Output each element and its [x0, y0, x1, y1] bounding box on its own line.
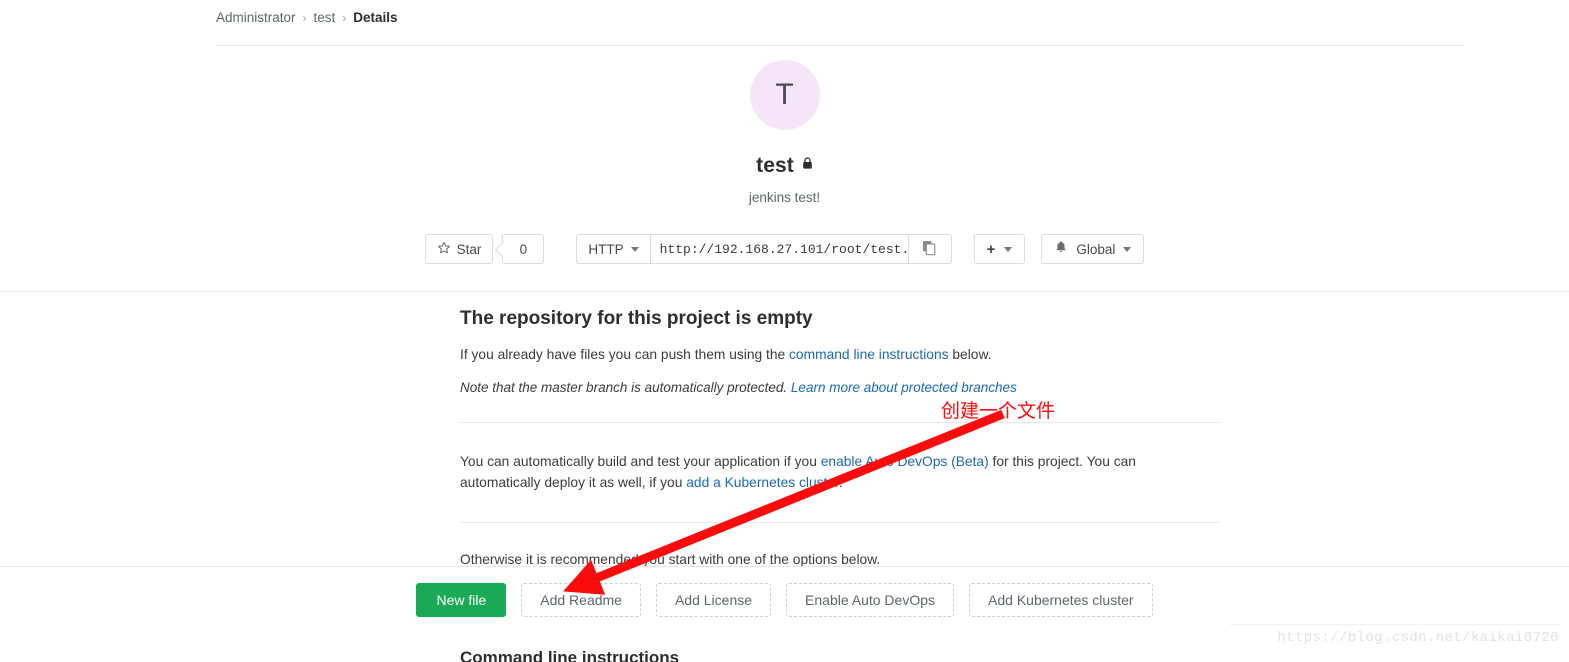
- page-title: test: [756, 154, 794, 177]
- notification-dropdown-button[interactable]: Global: [1041, 234, 1145, 264]
- enable-auto-devops-button[interactable]: Enable Auto DevOps: [786, 583, 955, 617]
- watermark-text: https://blog.csdn.net/kaikai0720: [1277, 630, 1559, 646]
- project-title-row: test: [756, 154, 813, 178]
- add-readme-button[interactable]: Add Readme: [521, 583, 641, 617]
- clone-protocol-label: HTTP: [588, 241, 624, 257]
- protected-branches-link[interactable]: Learn more about protected branches: [791, 380, 1017, 395]
- command-line-instructions-heading: Command line instructions: [460, 648, 680, 662]
- lock-icon: [802, 157, 813, 175]
- star-count-badge[interactable]: 0: [502, 234, 545, 264]
- add-kubernetes-cluster-button[interactable]: Add Kubernetes cluster: [969, 583, 1153, 617]
- enable-auto-devops-link[interactable]: enable Auto DevOps (Beta): [821, 454, 989, 469]
- push-text-before: If you already have files you can push t…: [460, 347, 790, 362]
- chevron-down-icon: [1123, 246, 1132, 252]
- protected-branch-text: Note that the master branch is automatic…: [460, 380, 791, 395]
- bell-icon: [1054, 240, 1068, 258]
- options-divider: [0, 566, 1569, 567]
- breadcrumb-item-details: Details: [353, 10, 398, 25]
- chevron-down-icon: [1004, 246, 1013, 252]
- auto-devops-paragraph: You can automatically build and test you…: [460, 451, 1160, 493]
- push-text-after: below.: [948, 347, 992, 362]
- empty-repo-title: The repository for this project is empty: [460, 308, 813, 329]
- star-icon: [437, 241, 451, 258]
- copy-icon: [922, 240, 937, 259]
- protected-branch-note: Note that the master branch is automatic…: [460, 377, 1220, 398]
- clone-protocol-dropdown[interactable]: HTTP: [576, 234, 650, 264]
- add-license-button[interactable]: Add License: [655, 583, 772, 617]
- watermark-divider: [1230, 624, 1560, 625]
- breadcrumb-item-test[interactable]: test: [314, 10, 336, 26]
- breadcrumb-separator: ›: [302, 11, 307, 25]
- breadcrumb-separator: ›: [342, 11, 347, 25]
- repository-option-buttons: New file Add Readme Add License Enable A…: [0, 583, 1569, 617]
- star-button[interactable]: Star: [424, 234, 494, 264]
- gitlab-project-details-page: Administrator › test › Details T test je…: [0, 0, 1569, 662]
- push-instructions-text: If you already have files you can push t…: [460, 344, 1220, 365]
- chevron-down-icon: [630, 246, 639, 252]
- project-header: T test jenkins test!: [0, 60, 1569, 205]
- notification-label: Global: [1076, 241, 1116, 257]
- plus-icon: +: [986, 240, 996, 258]
- clone-url-input[interactable]: http://192.168.27.101/root/test.: [649, 234, 908, 264]
- divider-above-devops: [460, 422, 1220, 423]
- copy-url-button[interactable]: [907, 234, 952, 264]
- add-kubernetes-cluster-link[interactable]: add a Kubernetes cluster: [686, 475, 839, 490]
- divider-above-otherwise: [460, 522, 1220, 523]
- breadcrumb-item-administrator[interactable]: Administrator: [216, 10, 296, 26]
- project-action-bar: Star 0 HTTP http://192.168.27.101/root/t…: [0, 234, 1569, 264]
- clone-url-group: HTTP http://192.168.27.101/root/test.: [576, 234, 952, 264]
- avatar: T: [749, 60, 820, 130]
- empty-repository-section: The repository for this project is empty…: [460, 308, 1220, 570]
- add-dropdown-button[interactable]: +: [973, 234, 1026, 264]
- star-button-label: Star: [456, 241, 482, 257]
- star-group: Star 0: [424, 234, 545, 264]
- new-file-button[interactable]: New file: [416, 583, 507, 617]
- devops-text-3: .: [838, 475, 843, 490]
- devops-text-1: You can automatically build and test you…: [460, 454, 821, 469]
- header-divider: [0, 291, 1569, 292]
- breadcrumb: Administrator › test › Details: [216, 10, 1464, 46]
- avatar-initial: T: [775, 78, 794, 111]
- project-description: jenkins test!: [748, 190, 821, 205]
- command-line-instructions-link[interactable]: command line instructions: [789, 347, 949, 362]
